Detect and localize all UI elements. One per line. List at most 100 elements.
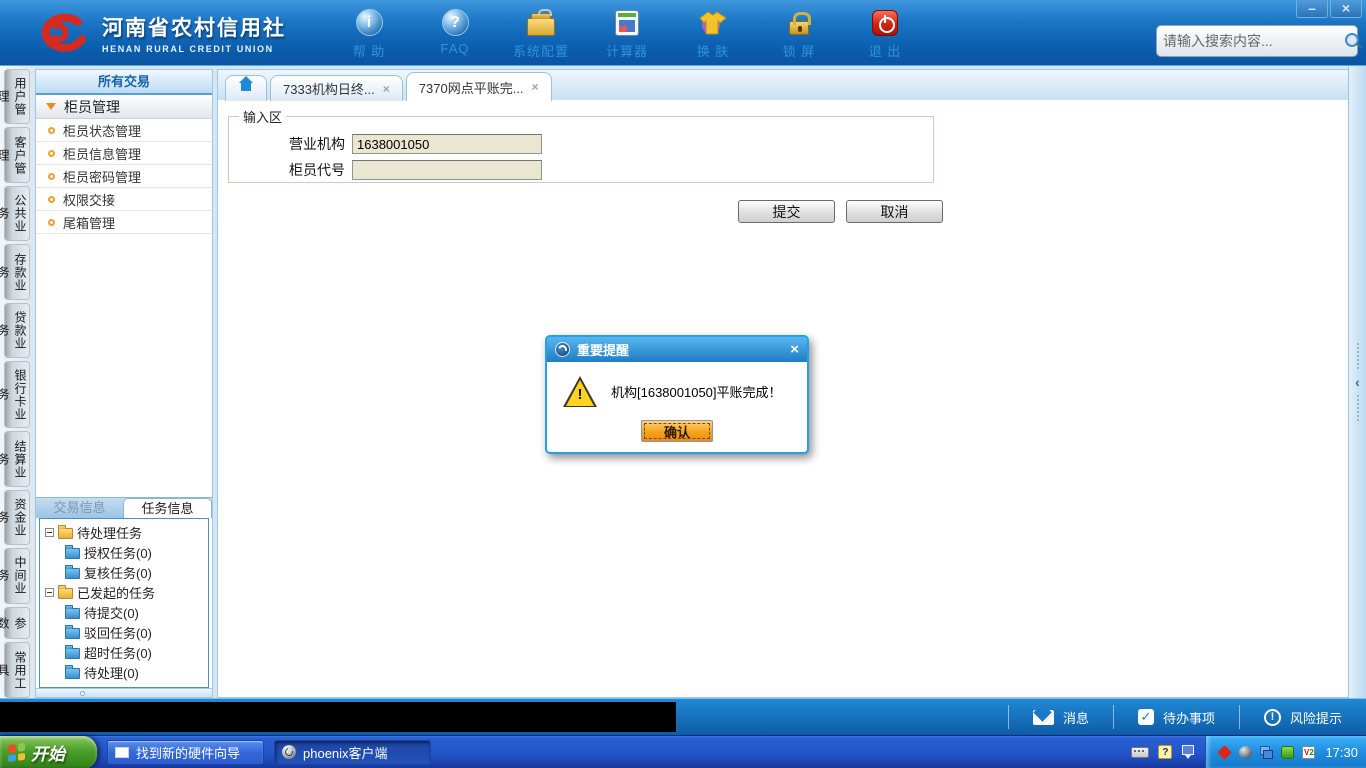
tab-home[interactable]	[225, 75, 267, 101]
toolbar-skin-label: 换 肤	[696, 43, 730, 59]
tree-node-pending-tasks[interactable]: 待处理任务	[45, 522, 208, 542]
taskbar-clock: 17:30	[1325, 744, 1358, 760]
info-icon: i	[355, 9, 383, 36]
show-desktop-icon[interactable]	[1181, 745, 1195, 759]
application-window: 河南省农村信用社 HENAN RURAL CREDIT UNION i 帮 助 …	[0, 0, 1366, 768]
tab-task-info[interactable]: 任务信息	[123, 498, 212, 518]
document-tab-bar: 7333机构日终... × 7370网点平账完... ×	[218, 70, 1348, 101]
sidebar-resize-strip[interactable]	[36, 688, 212, 697]
category-tab-strip: 用户管理 客户管理 公共业务 存款业务 贷款业务 银行卡业务 结算业务 资金业务…	[0, 66, 34, 698]
power-icon	[872, 9, 898, 36]
resize-knob-icon	[80, 691, 85, 696]
message-icon	[1032, 709, 1054, 725]
sidebar-item-teller-password[interactable]: 柜员密码管理	[36, 165, 212, 188]
chevron-down-icon	[46, 103, 56, 110]
dialog-message: 机构[1638001050]平账完成！	[611, 385, 782, 400]
tree-node-rejected-tasks[interactable]: 驳回任务(0)	[45, 622, 208, 642]
tree-node-timeout-tasks[interactable]: 超时任务(0)	[45, 642, 208, 662]
sidebar-group-teller-mgmt[interactable]: 柜员管理	[36, 95, 212, 119]
tree-node-label: 待处理任务	[77, 525, 143, 541]
toolbar-calculator-button[interactable]: 计算器	[599, 6, 655, 60]
tray-red-icon[interactable]	[1217, 744, 1233, 760]
collapse-icon[interactable]	[45, 527, 54, 537]
cancel-button[interactable]: 取消	[846, 200, 943, 223]
tab-close-icon[interactable]: ×	[532, 80, 539, 94]
vertical-tab-settlement-business[interactable]: 结算业务	[0, 431, 30, 487]
tree-node-auth-tasks[interactable]: 授权任务(0)	[45, 542, 208, 562]
right-collapse-strip: ‹	[1348, 66, 1366, 698]
tab-7370[interactable]: 7370网点平账完... ×	[405, 72, 552, 101]
brand-subtitle: HENAN RURAL CREDIT UNION	[102, 43, 274, 54]
status-messages-button[interactable]: 消息	[1007, 705, 1113, 729]
branch-field-input[interactable]	[352, 134, 542, 154]
tray-green-icon[interactable]	[1281, 745, 1295, 759]
sidebar-item-label: 柜员状态管理	[63, 123, 142, 139]
header-toolbar: i 帮 助 ? FAQ 系统配置 计算器 换 肤 锁 屏 退 出	[341, 6, 913, 60]
search-icon[interactable]	[1344, 32, 1359, 50]
teller-code-field-input[interactable]	[352, 160, 542, 180]
sidebar-item-label: 尾箱管理	[63, 215, 116, 231]
keyboard-icon[interactable]	[1131, 746, 1150, 758]
start-button[interactable]: 开始	[0, 735, 97, 768]
tab-transaction-info[interactable]: 交易信息	[36, 498, 123, 518]
start-label: 开始	[31, 744, 65, 764]
sidebar: 所有交易 柜员管理 柜员状态管理 柜员信息管理 柜员密码管理 权限交接 尾箱管理…	[35, 69, 213, 698]
confirm-button[interactable]: 确认	[641, 420, 713, 442]
toolbar-faq-button[interactable]: ? FAQ	[427, 6, 483, 60]
vertical-tab-user-mgmt[interactable]: 用户管理	[0, 69, 30, 125]
vertical-tab-loan-business[interactable]: 贷款业务	[0, 302, 30, 359]
toolbar-lock-screen-button[interactable]: 锁 屏	[771, 6, 827, 60]
tree-node-initiated-tasks[interactable]: 已发起的任务	[45, 582, 208, 602]
submit-button[interactable]: 提交	[738, 200, 835, 223]
dialog-logo-icon	[555, 342, 570, 357]
vertical-tab-capital-business[interactable]: 资金业务	[0, 489, 30, 546]
folder-icon	[65, 544, 80, 559]
tree-node-review-tasks[interactable]: 复核任务(0)	[45, 562, 208, 582]
collapse-icon[interactable]	[45, 587, 54, 597]
collapse-panel-icon[interactable]: ‹	[1355, 374, 1360, 390]
tray-globe-icon[interactable]	[1239, 745, 1253, 759]
toolbar-help-button[interactable]: i 帮 助	[341, 6, 397, 60]
sidebar-item-cashbox-mgmt[interactable]: 尾箱管理	[36, 211, 212, 234]
status-risk-button[interactable]: ! 风险提示	[1238, 705, 1366, 729]
search-input[interactable]	[1163, 33, 1344, 49]
sidebar-item-permission-handover[interactable]: 权限交接	[36, 188, 212, 211]
tab-close-icon[interactable]: ×	[383, 82, 390, 96]
minimize-button[interactable]: –	[1296, 0, 1328, 18]
dialog-body: ! 机构[1638001050]平账完成！ 确认	[547, 362, 807, 452]
vertical-tab-common-tools[interactable]: 常用工具	[0, 642, 30, 698]
taskbar-task-phoenix-client[interactable]: phoenix客户端	[274, 739, 431, 765]
tree-node-label: 超时任务(0)	[84, 645, 152, 661]
tray-network-icon[interactable]	[1260, 745, 1274, 759]
toolbar-skin-button[interactable]: 换 肤	[685, 6, 741, 60]
vertical-tab-deposit-business[interactable]: 存款业务	[0, 244, 30, 300]
tree-node-to-process[interactable]: 待处理(0)	[45, 662, 208, 682]
sidebar-item-teller-status[interactable]: 柜员状态管理	[36, 119, 212, 142]
branch-field-label: 营业机构	[289, 136, 345, 152]
vertical-tab-bankcard-business[interactable]: 银行卡业务	[0, 361, 30, 429]
toolbar-system-config-button[interactable]: 系统配置	[513, 6, 569, 60]
status-todos-button[interactable]: ✓ 待办事项	[1112, 705, 1239, 729]
home-icon	[238, 76, 254, 96]
vertical-tab-public-business[interactable]: 公共业务	[0, 185, 30, 242]
toolbox-icon	[527, 8, 555, 36]
tab-7333[interactable]: 7333机构日终... ×	[270, 75, 403, 101]
help-bubble-icon[interactable]: ?	[1158, 745, 1173, 759]
tree-node-label: 复核任务(0)	[84, 565, 152, 581]
important-reminder-dialog: 重要提醒 × ! 机构[1638001050]平账完成！ 确认	[545, 335, 809, 454]
vertical-tab-intermediate-business[interactable]: 中间业务	[0, 548, 30, 604]
sidebar-item-label: 柜员密码管理	[63, 169, 142, 185]
sidebar-spacer	[36, 234, 212, 497]
vertical-tab-parameters[interactable]: 参数	[0, 606, 30, 640]
taskbar-task-hardware-wizard[interactable]: 找到新的硬件向导	[107, 739, 264, 765]
dialog-close-icon[interactable]: ×	[790, 341, 799, 358]
toolbar-exit-button[interactable]: 退 出	[857, 6, 913, 60]
sidebar-item-teller-info[interactable]: 柜员信息管理	[36, 142, 212, 165]
tree-node-to-submit[interactable]: 待提交(0)	[45, 602, 208, 622]
tab-label: 7333机构日终...	[283, 82, 375, 97]
tray-v2-icon[interactable]: V2	[1302, 745, 1316, 759]
close-button[interactable]: ×	[1330, 0, 1362, 18]
dialog-title-bar[interactable]: 重要提醒 ×	[547, 337, 807, 362]
vertical-tab-customer-mgmt[interactable]: 客户管理	[0, 127, 30, 183]
folder-icon	[65, 664, 80, 679]
